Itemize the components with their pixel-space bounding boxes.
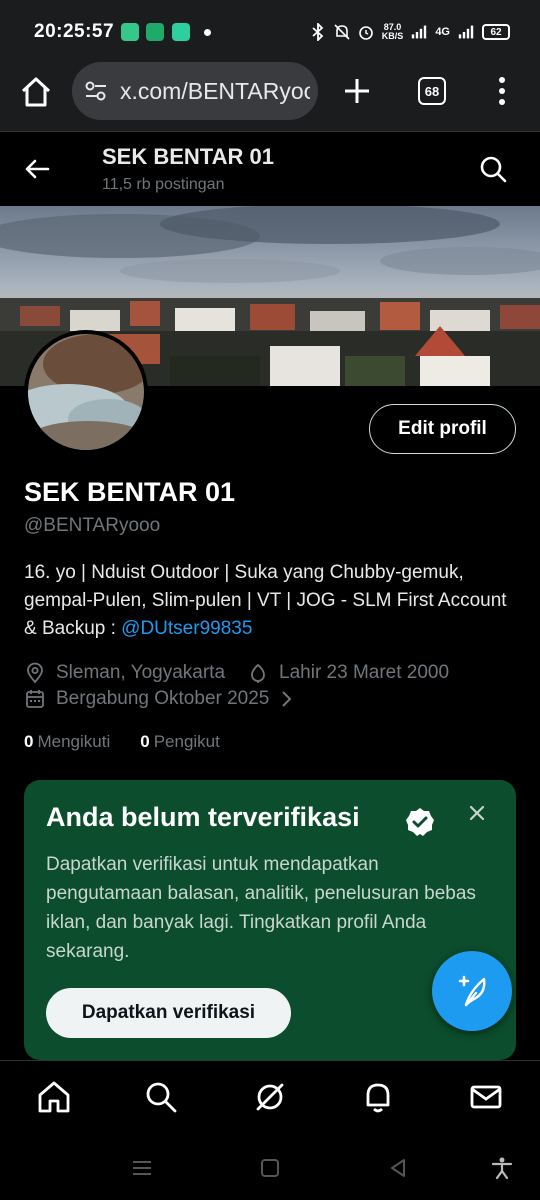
search-icon[interactable] bbox=[476, 152, 510, 186]
site-settings-icon[interactable] bbox=[84, 80, 108, 102]
recent-apps-icon[interactable] bbox=[130, 1156, 154, 1180]
edit-profile-button[interactable]: Edit profil bbox=[369, 404, 516, 454]
tab-switcher-button[interactable]: 68 bbox=[418, 77, 446, 105]
following-label: Mengikuti bbox=[37, 732, 111, 751]
browser-home-icon[interactable] bbox=[18, 74, 54, 110]
status-bar: 20:25:57 87.0 KB/S 4G 62 bbox=[0, 0, 540, 62]
profile-meta-row-1: Sleman, Yogyakarta Lahir 23 Maret 2000 bbox=[24, 660, 449, 686]
signal-icon bbox=[412, 25, 427, 39]
system-navigation-bar bbox=[0, 1140, 540, 1200]
more-notifications-dot bbox=[204, 29, 211, 36]
following-count: 0 bbox=[24, 732, 34, 751]
bottom-navigation bbox=[0, 1060, 540, 1140]
profile-joined-date: Bergabung Oktober 2025 bbox=[56, 688, 270, 709]
browser-toolbar: x.com/BENTARyooo 68 bbox=[0, 62, 540, 132]
close-icon[interactable] bbox=[466, 802, 488, 824]
birthday-icon bbox=[251, 663, 265, 683]
notification-shield-icon bbox=[146, 23, 164, 41]
new-tab-icon[interactable] bbox=[340, 74, 374, 108]
verified-badge-icon bbox=[406, 808, 434, 836]
bio-text: 16. yo | Nduist Outdoor | Suka yang Chub… bbox=[24, 562, 507, 639]
compose-post-button[interactable] bbox=[432, 951, 512, 1031]
calendar-icon bbox=[26, 690, 44, 708]
profile-avatar[interactable] bbox=[24, 330, 148, 454]
chevron-right-icon[interactable] bbox=[275, 688, 297, 710]
profile-handle: @BENTARyooo bbox=[24, 515, 161, 536]
back-arrow-icon[interactable] bbox=[20, 152, 54, 186]
followers-label: Pengikut bbox=[153, 732, 220, 751]
header-post-count: 11,5 rb postingan bbox=[102, 176, 225, 193]
alarm-icon bbox=[358, 26, 373, 40]
back-system-icon[interactable] bbox=[386, 1156, 410, 1180]
messages-icon[interactable] bbox=[468, 1079, 504, 1115]
mute-bell-icon bbox=[334, 24, 350, 40]
verification-title: Anda belum terverifikasi bbox=[46, 802, 360, 832]
status-indicators: 87.0 KB/S 4G 62 bbox=[310, 19, 510, 45]
accessibility-icon[interactable] bbox=[490, 1156, 514, 1180]
location-icon bbox=[27, 662, 43, 684]
profile-display-name: SEK BENTAR 01 bbox=[24, 477, 236, 507]
following-link[interactable]: 0 Mengikuti bbox=[24, 732, 110, 752]
network-speed: 87.0 KB/S bbox=[382, 23, 404, 41]
home-icon[interactable] bbox=[36, 1079, 72, 1115]
battery-indicator: 62 bbox=[482, 24, 510, 40]
grok-icon[interactable] bbox=[252, 1079, 288, 1115]
get-verified-button[interactable]: Dapatkan verifikasi bbox=[46, 988, 291, 1038]
notification-app-icon bbox=[121, 23, 139, 41]
home-system-icon[interactable] bbox=[258, 1156, 282, 1180]
bio-mention-link[interactable]: @DUtser99835 bbox=[121, 618, 252, 639]
notification-chat-icon bbox=[172, 23, 190, 41]
header-title: SEK BENTAR 01 bbox=[102, 144, 274, 169]
url-text: x.com/BENTARyooo bbox=[120, 78, 310, 104]
compose-feather-icon bbox=[458, 975, 486, 1007]
signal-2-icon bbox=[458, 25, 474, 39]
search-nav-icon[interactable] bbox=[143, 1079, 179, 1115]
followers-link[interactable]: 0 Pengikut bbox=[140, 732, 220, 752]
profile-meta-row-2: Bergabung Oktober 2025 bbox=[24, 686, 297, 712]
network-type: 4G bbox=[435, 26, 450, 38]
profile-birthday: Lahir 23 Maret 2000 bbox=[279, 662, 450, 683]
profile-bio: 16. yo | Nduist Outdoor | Suka yang Chub… bbox=[24, 559, 524, 643]
profile-location: Sleman, Yogyakarta bbox=[56, 662, 226, 683]
network-speed-unit: KB/S bbox=[381, 31, 404, 41]
follow-stats: 0 Mengikuti 0 Pengikut bbox=[24, 732, 220, 752]
browser-menu-icon[interactable] bbox=[490, 74, 514, 108]
address-bar[interactable]: x.com/BENTARyooo bbox=[72, 62, 318, 120]
verification-description: Dapatkan verifikasi untuk mendapatkan pe… bbox=[46, 854, 476, 962]
followers-count: 0 bbox=[140, 732, 150, 751]
notifications-icon[interactable] bbox=[360, 1079, 396, 1115]
bluetooth-icon bbox=[312, 23, 324, 41]
status-time: 20:25:57 bbox=[34, 21, 115, 42]
